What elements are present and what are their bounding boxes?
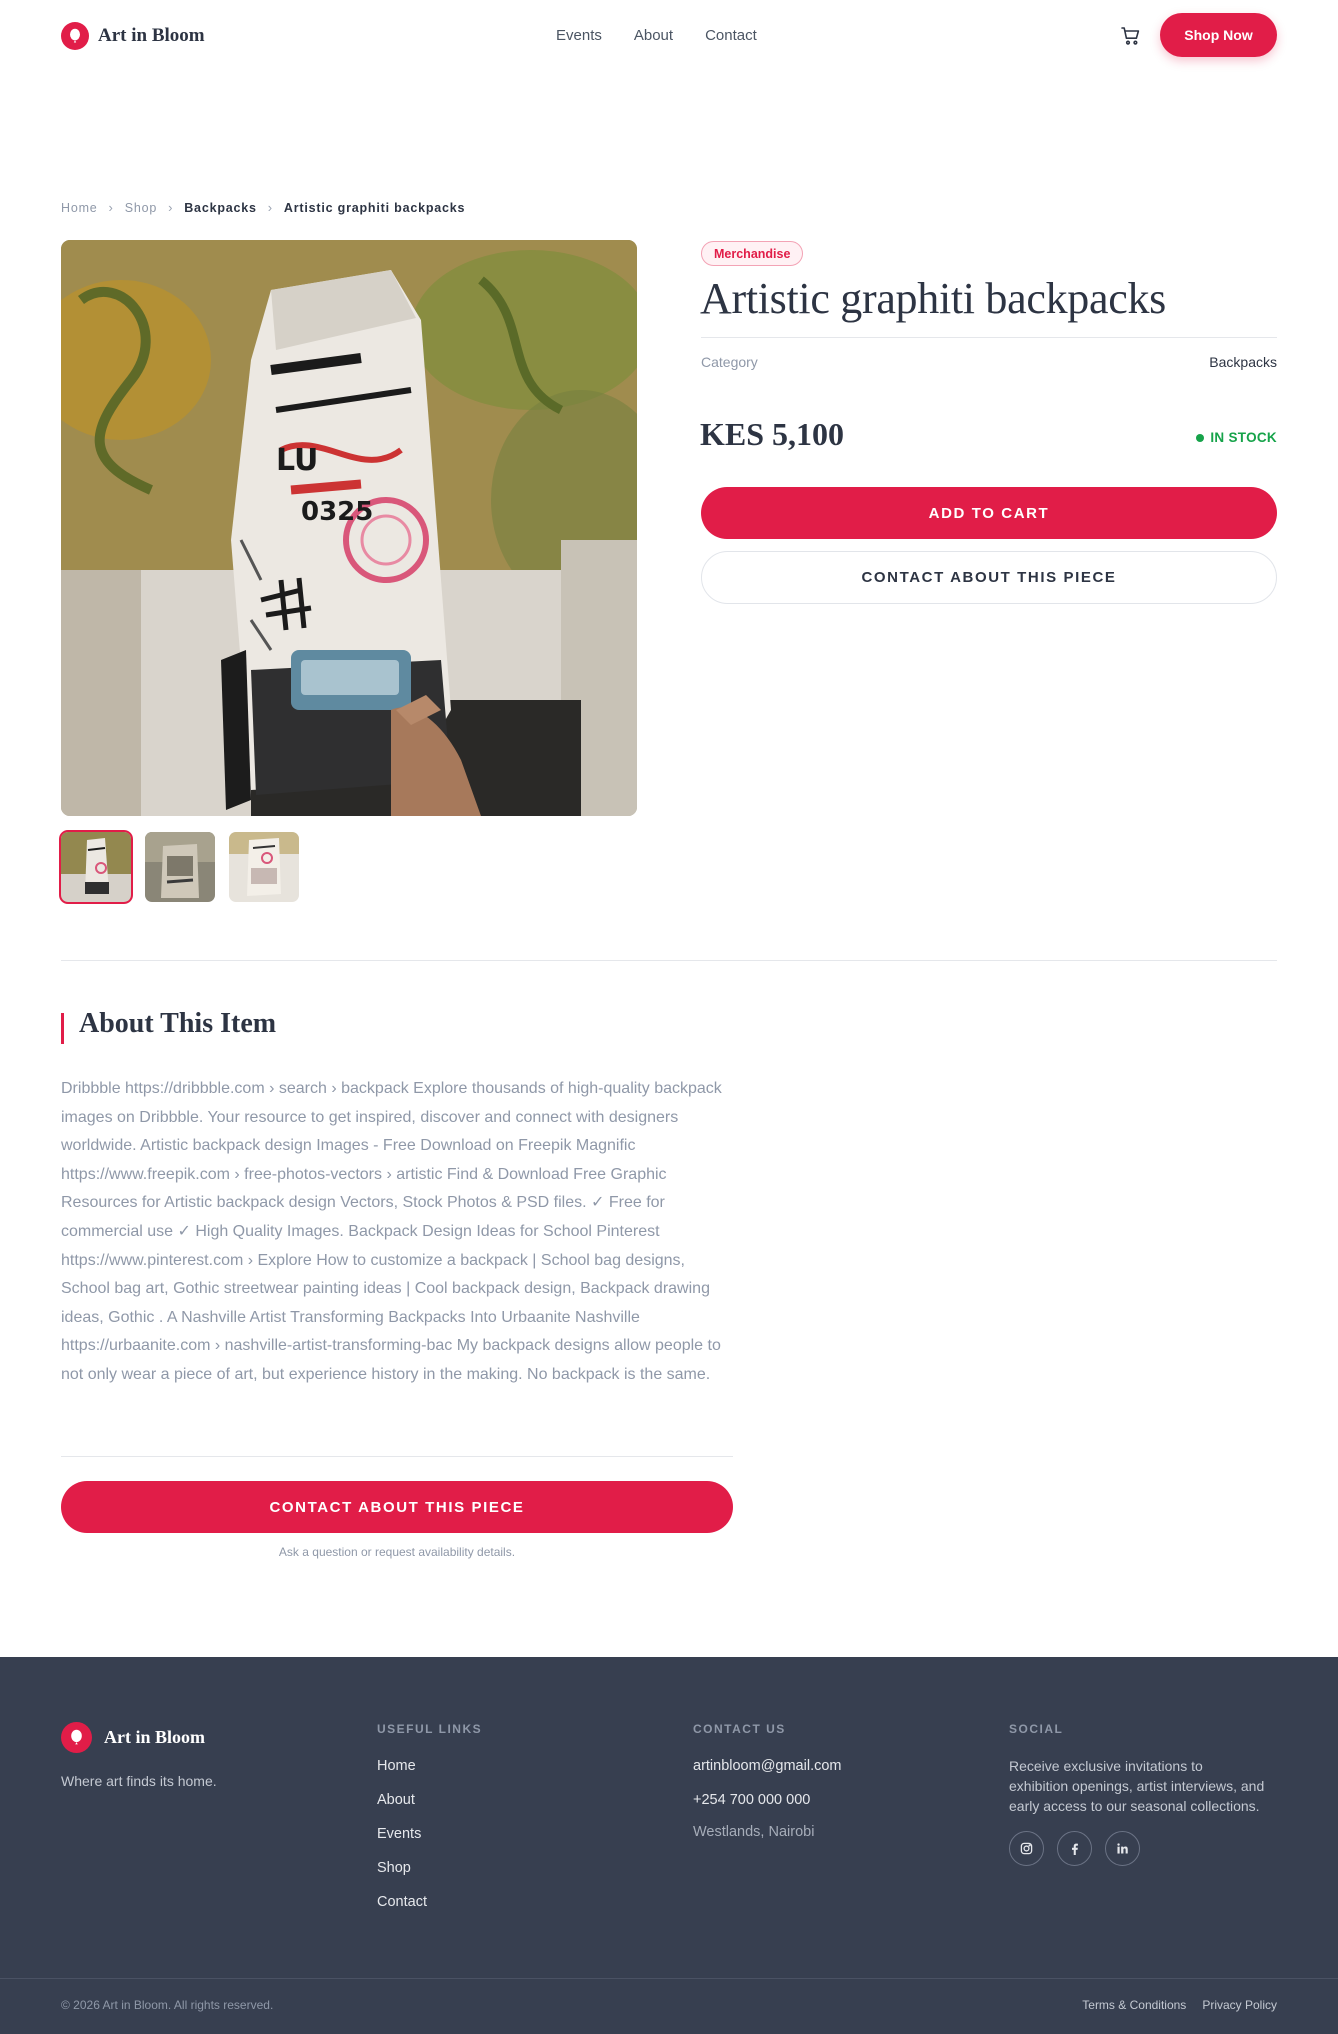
stock-status-label: IN STOCK (1210, 430, 1277, 445)
contact-helper-text: Ask a question or request availability d… (278, 1545, 516, 1559)
footer-contact: CONTACT US artinbloom@gmail.com +254 700… (693, 1722, 842, 1840)
category-label: Category (701, 354, 758, 370)
contact-piece-button[interactable]: CONTACT ABOUT THIS PIECE (701, 551, 1277, 604)
footer-heading: SOCIAL (1009, 1722, 1064, 1736)
thumbnail-strip (59, 830, 299, 904)
chevron-right-icon: › (108, 200, 114, 215)
divider (701, 337, 1277, 338)
facebook-icon[interactable] (1057, 1831, 1092, 1866)
product-title: Artistic graphiti backpacks (700, 274, 1166, 323)
contact-piece-button-secondary[interactable]: CONTACT ABOUT THIS PIECE (61, 1481, 733, 1533)
product-main-image[interactable]: LU 0325 (61, 240, 637, 816)
footer-heading: CONTACT US (693, 1722, 786, 1736)
heading-accent-bar (61, 1013, 64, 1044)
about-heading: About This Item (79, 1008, 277, 1039)
about-description: Dribbble https://dribbble.com › search ›… (61, 1080, 722, 1383)
thumbnail-3[interactable] (229, 832, 299, 902)
add-to-cart-button[interactable]: ADD TO CART (701, 487, 1277, 539)
svg-text:LU: LU (276, 443, 318, 478)
footer-heading: USEFUL LINKS (377, 1722, 483, 1736)
footer-useful-links: USEFUL LINKS Home About Events Shop Cont… (377, 1722, 482, 1926)
breadcrumb: Home › Shop › Backpacks › Artistic graph… (61, 200, 465, 215)
nav-item-events[interactable]: Events (556, 27, 602, 44)
social-links (1009, 1831, 1265, 1866)
footer-brand-logo[interactable]: Art in Bloom (61, 1722, 205, 1753)
footer-location: Westlands, Nairobi (693, 1824, 815, 1840)
footer-link-contact[interactable]: Contact (377, 1892, 482, 1926)
balloon-icon (61, 22, 89, 50)
nav-item-about[interactable]: About (634, 27, 673, 44)
chevron-right-icon: › (267, 200, 273, 215)
status-dot-icon (1196, 433, 1205, 442)
footer-link-shop[interactable]: Shop (377, 1858, 482, 1892)
section-divider (61, 960, 1277, 961)
balloon-icon (61, 1722, 92, 1753)
footer-social-text: Receive exclusive invitations to exhibit… (1009, 1758, 1265, 1814)
footer-link-events[interactable]: Events (377, 1824, 482, 1858)
category-value: Backpacks (1209, 354, 1277, 370)
stock-status: IN STOCK (1196, 430, 1277, 445)
breadcrumb-category[interactable]: Backpacks (184, 201, 257, 215)
instagram-icon[interactable] (1009, 1831, 1044, 1866)
footer-social: SOCIAL Receive exclusive invitations to … (1009, 1722, 1265, 1866)
divider (61, 1456, 733, 1457)
legal-links: Terms & Conditions Privacy Policy (1082, 1998, 1277, 2012)
copyright: © 2026 Art in Bloom. All rights reserved… (61, 1998, 274, 2012)
breadcrumb-shop[interactable]: Shop (125, 201, 157, 215)
footer-link-about[interactable]: About (377, 1790, 482, 1824)
footer-email[interactable]: artinbloom@gmail.com (693, 1756, 842, 1790)
footer-link-home[interactable]: Home (377, 1756, 482, 1790)
brand-logo[interactable]: Art in Bloom (61, 22, 205, 50)
site-header: Art in Bloom Events About Contact Shop N… (0, 0, 1338, 72)
footer-phone[interactable]: +254 700 000 000 (693, 1790, 842, 1824)
thumbnail-2[interactable] (145, 832, 215, 902)
shop-now-button[interactable]: Shop Now (1160, 13, 1277, 57)
terms-link[interactable]: Terms & Conditions (1082, 1998, 1186, 2012)
breadcrumb-home[interactable]: Home (61, 201, 98, 215)
main-nav: Events About Contact (556, 27, 757, 44)
linkedin-icon[interactable] (1105, 1831, 1140, 1866)
cart-icon[interactable] (1119, 24, 1143, 48)
category-badge: Merchandise (701, 241, 804, 266)
privacy-link[interactable]: Privacy Policy (1202, 1998, 1277, 2012)
breadcrumb-current: Artistic graphiti backpacks (283, 200, 466, 215)
footer-divider (0, 1978, 1338, 1979)
brand-name: Art in Bloom (98, 25, 205, 46)
site-footer: Art in Bloom Where art finds its home. U… (0, 1657, 1338, 2034)
thumbnail-1[interactable] (59, 830, 133, 904)
chevron-right-icon: › (168, 200, 174, 215)
nav-item-contact[interactable]: Contact (705, 27, 757, 44)
product-price: KES 5,100 (700, 416, 845, 452)
footer-brand-name: Art in Bloom (104, 1727, 205, 1747)
svg-text:0325: 0325 (301, 497, 373, 527)
footer-tagline: Where art finds its home. (61, 1773, 217, 1789)
